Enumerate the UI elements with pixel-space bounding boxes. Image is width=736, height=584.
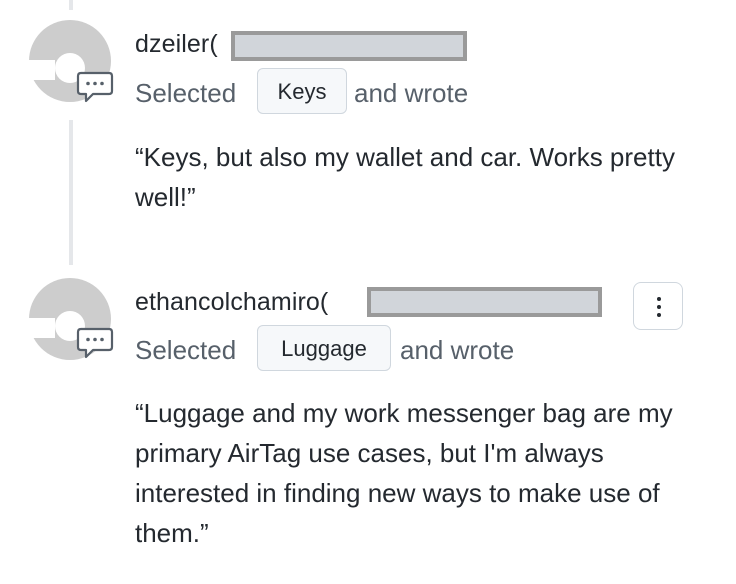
timeline-connector-top [69, 0, 73, 10]
selected-label: Selected [135, 78, 237, 108]
redacted-email [231, 31, 467, 61]
comment-discussion-icon [76, 70, 114, 104]
kebab-dot [657, 313, 661, 317]
comment-body: “Keys, but also my wallet and car. Works… [135, 142, 675, 212]
redacted-email [367, 287, 602, 317]
comment-author[interactable]: dzeiler( [135, 30, 218, 59]
wrote-label: and wrote [354, 78, 469, 108]
selected-option-tag[interactable]: Luggage [257, 325, 391, 371]
comment-body: “Luggage and my work messenger bag are m… [135, 398, 673, 548]
comment-author[interactable]: ethancolchamiro( [135, 288, 328, 317]
selected-label: Selected [135, 335, 237, 365]
more-options-button[interactable] [633, 282, 683, 330]
wrote-label: and wrote [400, 335, 515, 365]
kebab-horizontal-icon [657, 297, 661, 301]
selected-option-tag[interactable]: Keys [257, 68, 347, 114]
kebab-dot [657, 305, 661, 309]
timeline-connector [69, 120, 73, 265]
comment-discussion-icon [76, 326, 114, 360]
